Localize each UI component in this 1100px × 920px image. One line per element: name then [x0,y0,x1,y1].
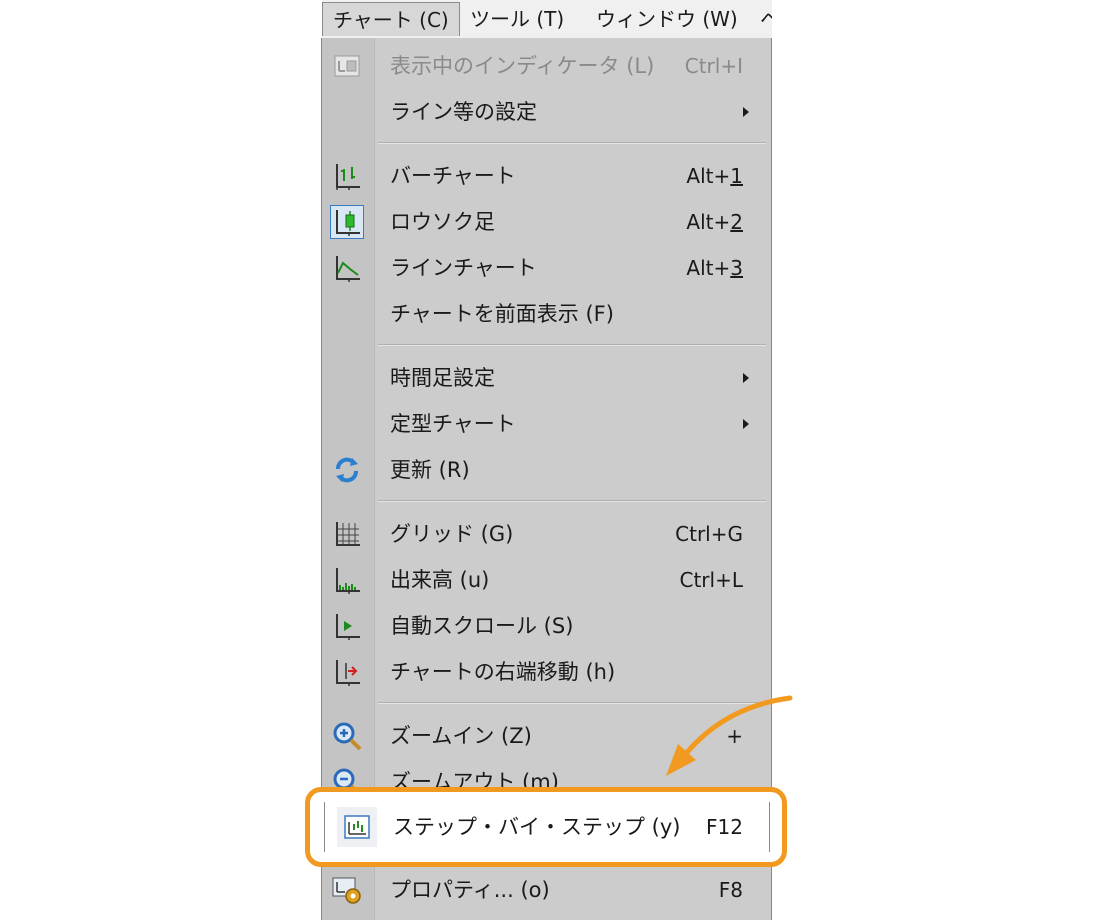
pointer-arrow-icon [666,695,793,776]
highlight-callout: ステップ・バイ・ステップ (y) F12 [305,787,787,867]
menu-item-label: ステップ・バイ・ステップ (y) [393,815,681,839]
menu-item-label: ズームイン (Z) [390,724,532,748]
submenu-arrow-icon [743,373,749,383]
menu-item-volume[interactable]: 出来高 (u) Ctrl+L [322,558,771,602]
menu-item-refresh[interactable]: 更新 (R) [322,448,771,492]
menu-item-label: グリッド (G) [390,522,514,546]
menu-item-line-settings[interactable]: ライン等の設定 [322,90,771,134]
menu-separator [378,344,766,346]
indicator-icon [330,49,364,83]
menu-item-auto-scroll[interactable]: 自動スクロール (S) [322,604,771,648]
menu-item-candlestick[interactable]: ロウソク足 Alt+2 [322,200,771,244]
menu-item-label: 自動スクロール (S) [390,614,574,638]
menu-item-label: 出来高 (u) [390,568,490,592]
menu-item-label: ライン等の設定 [390,100,537,124]
menu-item-label: 時間足設定 [390,366,495,390]
bar-chart-icon [330,159,364,193]
menu-item-shortcut: F8 [718,878,743,902]
menubar-item-tools[interactable]: ツール (T) [460,2,574,36]
grid-icon [330,517,364,551]
menu-item-shortcut: Ctrl+G [675,522,743,546]
menu-item-step-by-step[interactable]: ステップ・バイ・ステップ (y) F12 [324,802,770,852]
menu-item-label: 更新 (R) [390,458,470,482]
menu-item-label: 定型チャート [390,412,516,436]
menu-item-chart-shift[interactable]: チャートの右端移動 (h) [322,650,771,694]
properties-icon [330,873,364,907]
menu-item-shortcut: Ctrl+L [679,568,744,592]
menu-item-timeframe[interactable]: 時間足設定 [322,356,771,400]
menu-item-label: 表示中のインディケータ (L) [390,54,655,78]
menubar-item-chart[interactable]: チャート (C) [322,2,460,36]
menu-item-label: チャートの右端移動 (h) [390,660,616,684]
submenu-arrow-icon [743,419,749,429]
menu-item-indicators-list[interactable]: 表示中のインディケータ (L) Ctrl+I [322,44,771,88]
menu-item-shortcut: Ctrl+I [684,54,743,78]
menubar-item-window[interactable]: ウィンドウ (W) [586,2,748,36]
line-chart-icon [330,251,364,285]
menu-item-grid[interactable]: グリッド (G) Ctrl+G [322,512,771,556]
menu-item-label: ラインチャート [390,256,537,280]
menu-item-line-chart[interactable]: ラインチャート Alt+3 [322,246,771,290]
menu-item-shortcut: Alt+2 [686,210,743,234]
menubar-item-help[interactable]: ヘ [750,2,772,36]
menubar: チャート (C) ツール (T) ウィンドウ (W) ヘ [322,0,772,39]
chart-shift-icon [330,655,364,689]
submenu-arrow-icon [743,107,749,117]
volume-icon [330,563,364,597]
refresh-icon [330,453,364,487]
menu-item-properties[interactable]: プロパティ... (o) F8 [322,868,771,912]
menu-separator [378,500,766,502]
menu-item-bar-chart[interactable]: バーチャート Alt+1 [322,154,771,198]
candlestick-icon [330,205,364,239]
step-by-step-icon [337,807,377,847]
auto-scroll-icon [330,609,364,643]
menu-item-label: バーチャート [390,164,516,188]
menu-item-shortcut: Alt+1 [686,164,743,188]
menu-item-label: プロパティ... (o) [390,878,550,902]
menu-item-label: チャートを前面表示 (F) [390,302,614,326]
menu-item-chart-foreground[interactable]: チャートを前面表示 (F) [322,292,771,336]
menu-item-templates[interactable]: 定型チャート [322,402,771,446]
zoom-in-icon [330,719,364,753]
menu-item-shortcut: Alt+3 [686,256,743,280]
menu-item-label: ロウソク足 [390,210,495,234]
menu-item-shortcut: F12 [706,815,743,839]
menu-separator [378,142,766,144]
